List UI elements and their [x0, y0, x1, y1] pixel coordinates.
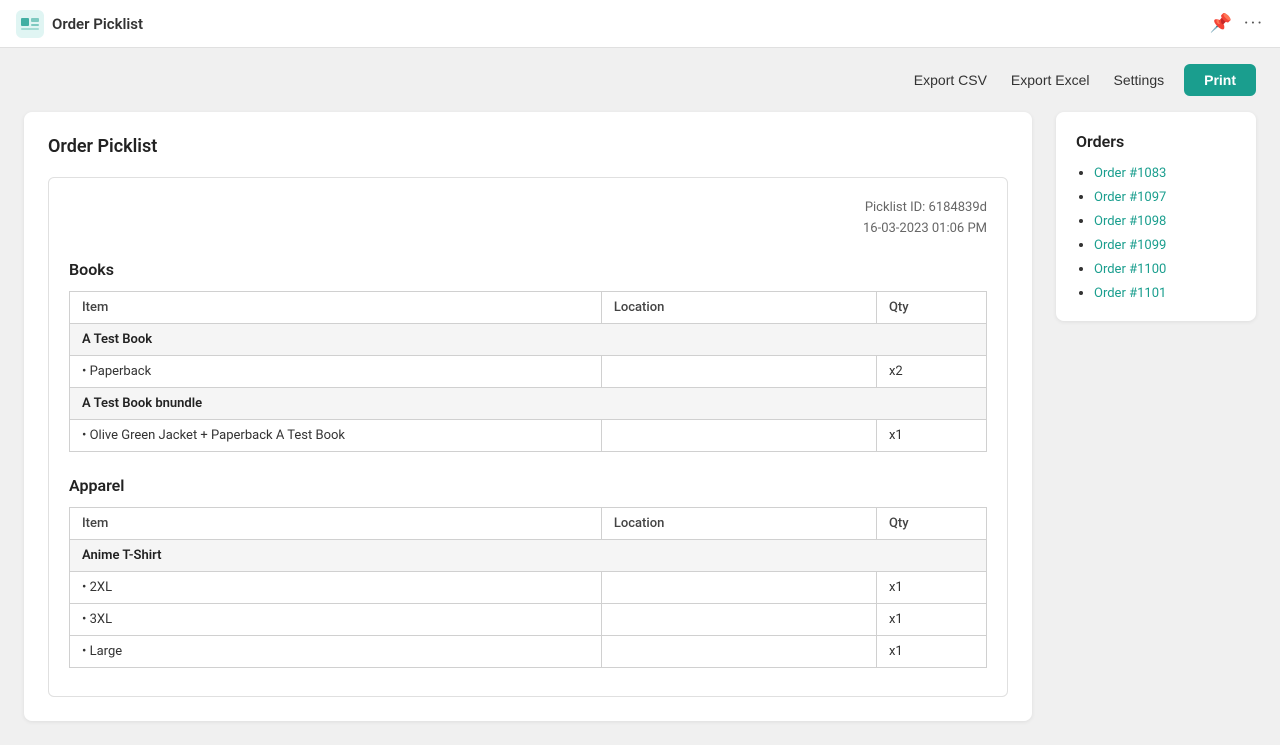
order-link-3[interactable]: Order #1099 — [1094, 238, 1166, 253]
sidebar-title: Orders — [1076, 132, 1236, 151]
picklist-date: 16-03-2023 01:06 PM — [69, 219, 987, 240]
item-qty: x1 — [876, 571, 986, 603]
item-name: • 3XL — [70, 603, 602, 635]
order-link-2[interactable]: Order #1098 — [1094, 214, 1166, 229]
settings-button[interactable]: Settings — [1110, 66, 1169, 94]
content-card: Order Picklist Picklist ID: 6184839d 16-… — [24, 112, 1032, 721]
picklist-meta: Picklist ID: 6184839d 16-03-2023 01:06 P… — [69, 198, 987, 240]
doc-area: Picklist ID: 6184839d 16-03-2023 01:06 P… — [48, 177, 1008, 697]
order-link-5[interactable]: Order #1101 — [1094, 286, 1166, 301]
order-list-item: Order #1097 — [1094, 189, 1236, 205]
app-name: Order Picklist — [52, 15, 143, 33]
item-name: • Large — [70, 635, 602, 667]
item-location — [601, 571, 876, 603]
order-list-item: Order #1101 — [1094, 285, 1236, 301]
top-nav: Order Picklist 📌 ··· — [0, 0, 1280, 48]
picklist-id: Picklist ID: 6184839d — [69, 198, 987, 219]
order-list-item: Order #1098 — [1094, 213, 1236, 229]
order-link-0[interactable]: Order #1083 — [1094, 166, 1166, 181]
section-title-1: Apparel — [69, 476, 987, 495]
item-qty: x2 — [876, 355, 986, 387]
col-header-location: Location — [601, 507, 876, 539]
order-list-item: Order #1100 — [1094, 261, 1236, 277]
table-row: • Paperback x2 — [70, 355, 987, 387]
app-logo: Order Picklist — [16, 10, 143, 38]
page-title: Order Picklist — [48, 136, 1008, 157]
more-icon[interactable]: ··· — [1244, 13, 1264, 34]
item-location — [601, 635, 876, 667]
table-group-row: Anime T-Shirt — [70, 539, 987, 571]
item-name: • Paperback — [70, 355, 602, 387]
print-button[interactable]: Print — [1184, 64, 1256, 96]
order-link-1[interactable]: Order #1097 — [1094, 190, 1166, 205]
item-location — [601, 603, 876, 635]
export-csv-button[interactable]: Export CSV — [910, 66, 991, 94]
col-header-qty: Qty — [876, 507, 986, 539]
main-layout: Order Picklist Picklist ID: 6184839d 16-… — [0, 112, 1280, 745]
item-location — [601, 355, 876, 387]
table-group-row: A Test Book — [70, 323, 987, 355]
order-list-item: Order #1099 — [1094, 237, 1236, 253]
item-location — [601, 419, 876, 451]
group-name: Anime T-Shirt — [70, 539, 987, 571]
table-row: • 2XL x1 — [70, 571, 987, 603]
table-row: • 3XL x1 — [70, 603, 987, 635]
section-title-0: Books — [69, 260, 987, 279]
item-qty: x1 — [876, 603, 986, 635]
item-name: • Olive Green Jacket + Paperback A Test … — [70, 419, 602, 451]
export-excel-button[interactable]: Export Excel — [1007, 66, 1094, 94]
group-name: A Test Book bnundle — [70, 387, 987, 419]
group-name: A Test Book — [70, 323, 987, 355]
order-list: Order #1083 Order #1097 Order #1098 Order #… — [1076, 165, 1236, 301]
item-qty: x1 — [876, 419, 986, 451]
col-header-item: Item — [70, 291, 602, 323]
item-qty: x1 — [876, 635, 986, 667]
order-list-item: Order #1083 — [1094, 165, 1236, 181]
col-header-item: Item — [70, 507, 602, 539]
orders-sidebar: Orders Order #1083 Order #1097 Order #1098… — [1056, 112, 1256, 321]
app-logo-icon — [16, 10, 44, 38]
toolbar: Export CSV Export Excel Settings Print — [0, 48, 1280, 112]
table-row: • Large x1 — [70, 635, 987, 667]
table-group-row: A Test Book bnundle — [70, 387, 987, 419]
order-link-4[interactable]: Order #1100 — [1094, 262, 1166, 277]
col-header-location: Location — [601, 291, 876, 323]
item-name: • 2XL — [70, 571, 602, 603]
col-header-qty: Qty — [876, 291, 986, 323]
sections-container: BooksItemLocationQtyA Test Book• Paperba… — [69, 260, 987, 668]
table-0: ItemLocationQtyA Test Book• Paperback x2A… — [69, 291, 987, 452]
table-1: ItemLocationQtyAnime T-Shirt• 2XLx1• 3XL… — [69, 507, 987, 668]
table-row: • Olive Green Jacket + Paperback A Test … — [70, 419, 987, 451]
pin-icon[interactable]: 📌 — [1209, 13, 1231, 34]
